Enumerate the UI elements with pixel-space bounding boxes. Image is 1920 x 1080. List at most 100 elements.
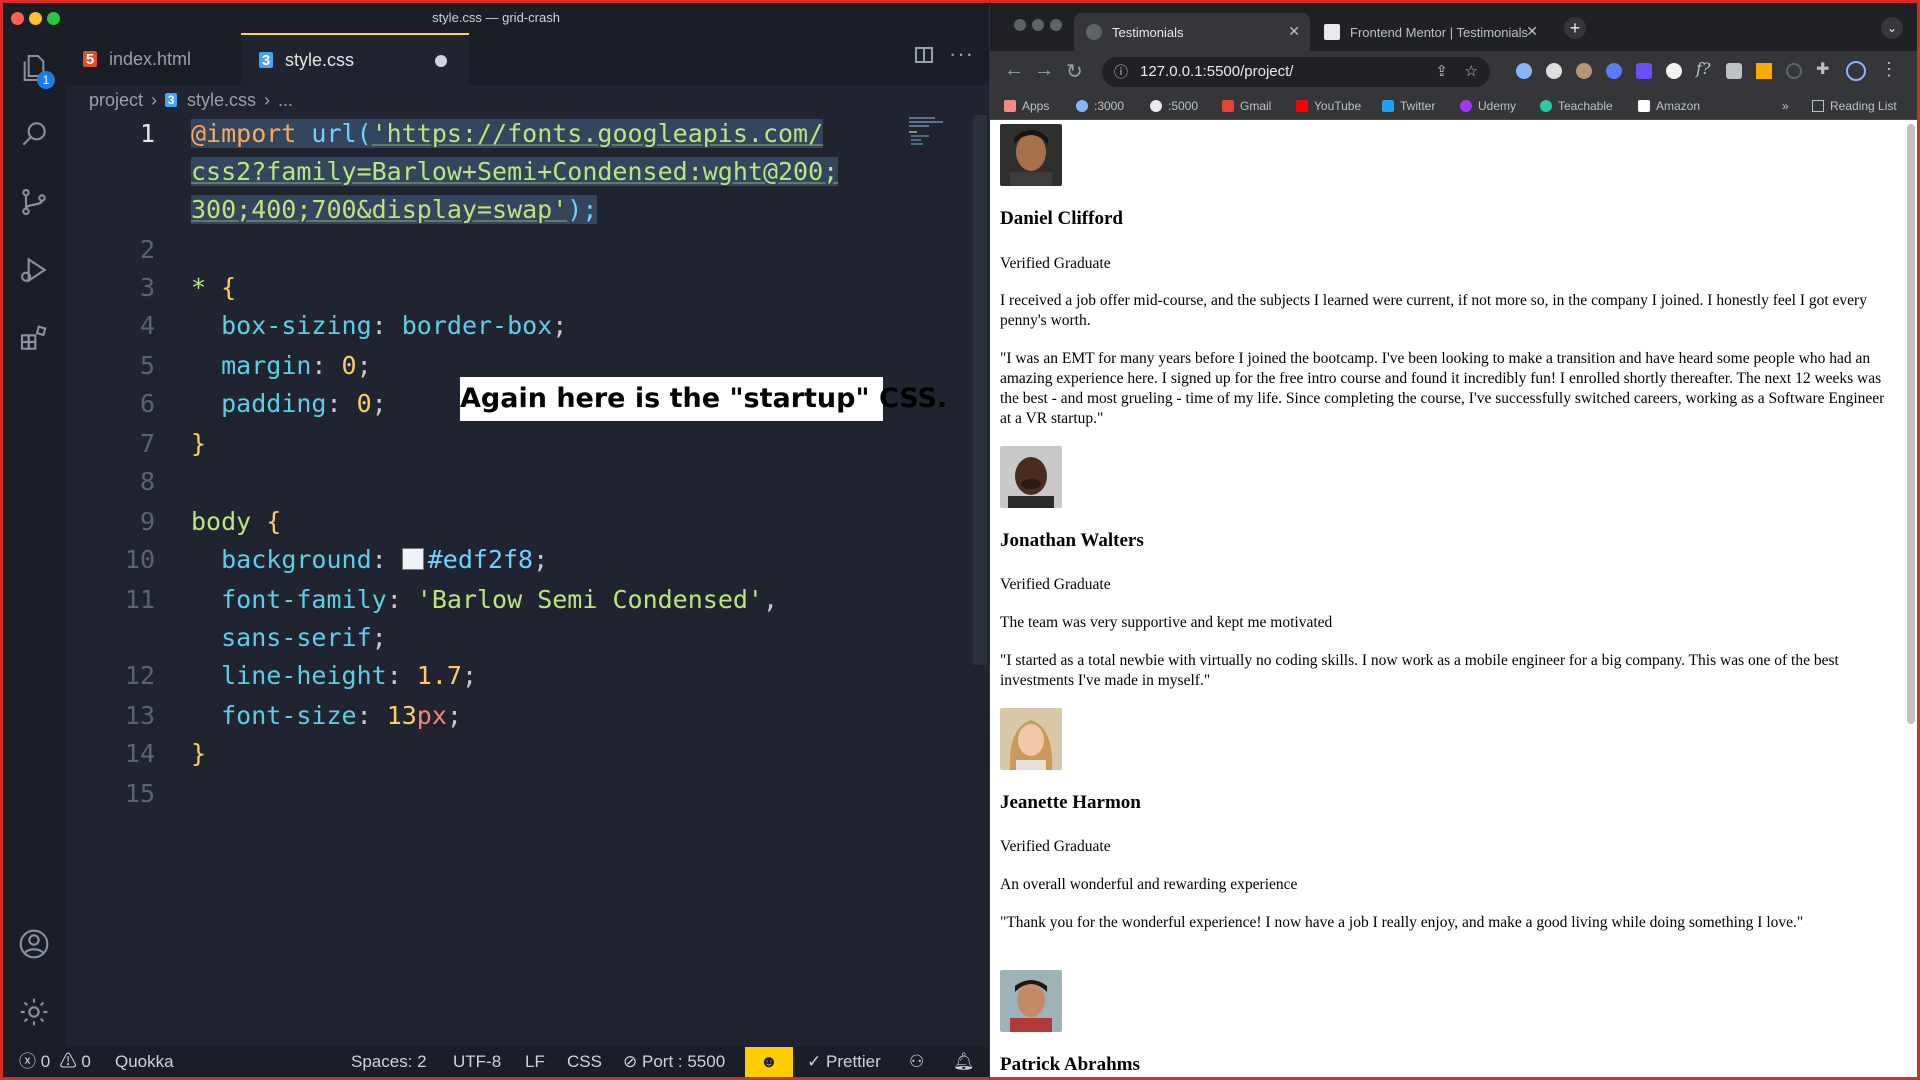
code-line-3: * { bbox=[191, 273, 236, 302]
search-icon[interactable] bbox=[17, 117, 51, 151]
bookmark-apps[interactable]: Apps bbox=[1004, 93, 1049, 119]
code-token: 13 bbox=[386, 701, 417, 730]
code-token: @import bbox=[191, 119, 297, 148]
breadcrumb-file[interactable]: style.css bbox=[187, 90, 256, 111]
extension-icon[interactable]: f? bbox=[1696, 59, 1711, 78]
minimap[interactable] bbox=[909, 115, 949, 655]
extension-icon[interactable] bbox=[1606, 63, 1622, 79]
code-token: ; bbox=[461, 661, 478, 690]
vscode-titlebar: style.css — grid-crash bbox=[3, 3, 989, 33]
source-control-icon[interactable] bbox=[17, 185, 51, 219]
page-scrollbar[interactable] bbox=[1907, 124, 1915, 724]
extensions-icon[interactable] bbox=[17, 321, 51, 355]
browser-tab-frontend-mentor[interactable]: Frontend Mentor | Testimonials ✕ bbox=[1312, 13, 1548, 51]
address-bar[interactable]: ⓘ 127.0.0.1:5500/project/ ⇪ ☆ bbox=[1102, 57, 1490, 87]
close-tab-icon[interactable]: ✕ bbox=[1526, 23, 1538, 40]
bookmark-gmail[interactable]: Gmail bbox=[1222, 93, 1271, 119]
breadcrumb-symbol[interactable]: ... bbox=[278, 90, 293, 111]
live-server-status[interactable]: ⊘ Port : 5500 bbox=[623, 1047, 725, 1077]
browser-tab-testimonials[interactable]: Testimonials ✕ bbox=[1074, 13, 1310, 51]
encoding-status[interactable]: UTF-8 bbox=[453, 1047, 501, 1077]
line-number: 8 bbox=[139, 467, 155, 496]
bookmark-label: :3000 bbox=[1094, 99, 1125, 113]
code-editor[interactable]: 1 2 3 4 5 6 7 8 9 10 11 12 13 14 15 @imp… bbox=[65, 115, 989, 1047]
bookmark-udemy[interactable]: Udemy bbox=[1460, 93, 1516, 119]
avatar bbox=[1000, 446, 1062, 508]
explorer-icon[interactable]: 1 bbox=[17, 51, 55, 89]
reload-icon[interactable]: ↻ bbox=[1066, 59, 1083, 84]
tab-index-html[interactable]: 5 index.html bbox=[65, 33, 237, 85]
site-info-icon[interactable]: ⓘ bbox=[1114, 57, 1128, 87]
language-mode-status[interactable]: CSS bbox=[567, 1047, 602, 1077]
menu-kebab-icon[interactable]: ⋮ bbox=[1880, 59, 1898, 80]
extension-icon[interactable] bbox=[1516, 63, 1532, 79]
forward-arrow-icon[interactable]: → bbox=[1034, 59, 1054, 82]
split-editor-icon[interactable] bbox=[915, 47, 933, 63]
extension-icon[interactable] bbox=[1786, 63, 1802, 79]
reading-list-button[interactable]: Reading List bbox=[1812, 93, 1897, 119]
close-window-button[interactable] bbox=[11, 12, 24, 25]
minimize-window-button[interactable] bbox=[29, 12, 42, 25]
bookmark-amazon[interactable]: Amazon bbox=[1638, 93, 1700, 119]
code-token: ; bbox=[371, 389, 387, 418]
close-window-button[interactable] bbox=[1014, 19, 1026, 31]
testimonial-name: Daniel Clifford bbox=[1000, 208, 1123, 229]
indentation-status[interactable]: Spaces: 2 bbox=[351, 1047, 427, 1077]
color-swatch[interactable] bbox=[401, 548, 424, 570]
extension-icon[interactable] bbox=[1756, 63, 1772, 79]
unsaved-dot-icon[interactable] bbox=[435, 55, 447, 67]
bookmark-youtube[interactable]: YouTube bbox=[1296, 93, 1361, 119]
code-token: 0 bbox=[356, 389, 372, 418]
maximize-window-button[interactable] bbox=[1050, 19, 1062, 31]
code-token: 1.7 bbox=[416, 661, 462, 690]
extension-icon[interactable] bbox=[1726, 63, 1742, 79]
code-line-11: font-family: 'Barlow Semi Condensed', bbox=[191, 585, 778, 614]
extension-icon[interactable] bbox=[1666, 63, 1682, 79]
code-token: { bbox=[251, 507, 282, 536]
editor-scrollbar[interactable] bbox=[973, 115, 987, 665]
extension-icon[interactable] bbox=[1576, 63, 1592, 79]
profile-avatar-icon[interactable] bbox=[1846, 61, 1866, 81]
tab-style-css[interactable]: 3 style.css bbox=[241, 33, 469, 85]
bookmark-5000[interactable]: :5000 bbox=[1150, 93, 1198, 119]
testimonial-name: Patrick Abrahms bbox=[1000, 1054, 1140, 1075]
extension-icon[interactable] bbox=[1636, 63, 1652, 79]
extension-icon[interactable] bbox=[1546, 63, 1562, 79]
close-tab-icon[interactable]: ✕ bbox=[1288, 23, 1300, 40]
line-number: 5 bbox=[139, 351, 155, 380]
more-bookmarks-chevron-icon[interactable]: » bbox=[1782, 93, 1789, 119]
prettier-status[interactable]: ✓ Prettier bbox=[807, 1047, 881, 1077]
more-actions-icon[interactable]: ··· bbox=[949, 41, 974, 67]
copilot-icon[interactable]: ☻ bbox=[745, 1047, 793, 1077]
puzzle-icon[interactable]: ✚ bbox=[1816, 59, 1829, 79]
problems-status[interactable]: ⓧ 0 ⚠ 0 bbox=[19, 1047, 91, 1077]
bookmark-3000[interactable]: :3000 bbox=[1076, 93, 1124, 119]
eol-status[interactable]: LF bbox=[525, 1047, 545, 1077]
tab-search-chevron-icon[interactable]: ⌄ bbox=[1881, 17, 1903, 39]
apps-grid-icon bbox=[1004, 100, 1016, 112]
gmail-icon bbox=[1222, 100, 1234, 112]
breadcrumb-folder[interactable]: project bbox=[89, 90, 143, 111]
tab-label: style.css bbox=[285, 49, 355, 70]
minimize-window-button[interactable] bbox=[1032, 19, 1044, 31]
code-token: ; bbox=[533, 545, 549, 574]
back-arrow-icon[interactable]: ← bbox=[1004, 59, 1024, 82]
feedback-icon[interactable]: ⚇ bbox=[909, 1047, 924, 1077]
line-number: 9 bbox=[139, 507, 155, 536]
line-number: 1 bbox=[139, 119, 155, 148]
settings-gear-icon[interactable] bbox=[17, 995, 51, 1029]
share-icon[interactable]: ⇪ bbox=[1435, 57, 1448, 87]
account-icon[interactable] bbox=[17, 927, 51, 961]
warning-count: 0 bbox=[81, 1052, 91, 1071]
quokka-status[interactable]: Quokka bbox=[115, 1047, 174, 1077]
run-debug-icon[interactable] bbox=[17, 253, 51, 287]
bookmark-star-icon[interactable]: ☆ bbox=[1465, 57, 1478, 87]
bookmark-twitter[interactable]: Twitter bbox=[1382, 93, 1435, 119]
bookmark-teachable[interactable]: Teachable bbox=[1540, 93, 1613, 119]
react-icon bbox=[1076, 100, 1088, 112]
code-token: 300;400;700&display=swap' bbox=[191, 195, 568, 224]
notifications-bell-icon[interactable]: 🔔︎ bbox=[953, 1047, 975, 1077]
code-token: font-size bbox=[221, 701, 357, 730]
maximize-window-button[interactable] bbox=[47, 12, 60, 25]
new-tab-plus-icon[interactable]: + bbox=[1564, 17, 1586, 39]
